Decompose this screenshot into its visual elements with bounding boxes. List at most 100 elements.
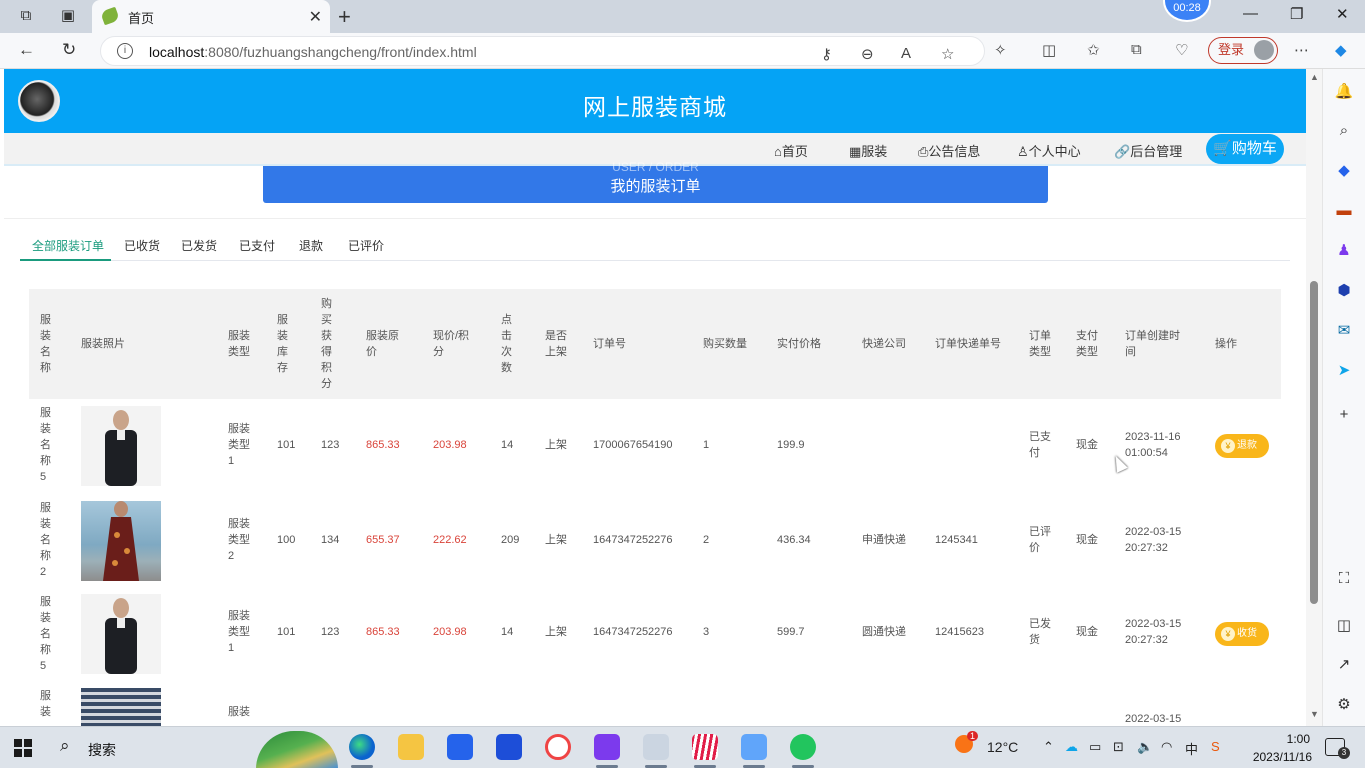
open-external-icon[interactable]: ↗	[1334, 655, 1354, 675]
microsoft365-icon[interactable]: ⬢	[1334, 281, 1354, 301]
shopping-tag-icon[interactable]: ◆	[1334, 161, 1354, 181]
nav-clothing[interactable]: ▦服装	[849, 141, 887, 160]
clock-date[interactable]: 2023/11/16	[1242, 750, 1312, 764]
sidebar-layout-icon[interactable]: ◫	[1334, 616, 1354, 636]
network-app-icon[interactable]: ⊡	[1113, 739, 1124, 755]
back-icon[interactable]: ←	[18, 40, 35, 60]
table-row: 服装名称2 服装类型2 100 134 655.37 222.62 209 上架…	[29, 494, 1281, 589]
favorite-star-icon[interactable]: ☆	[941, 45, 954, 63]
battery-icon[interactable]: ▭	[1089, 739, 1101, 755]
settings-gear-icon[interactable]: ⚙	[1334, 695, 1354, 715]
games-icon[interactable]: ♟	[1334, 241, 1354, 261]
product-photo[interactable]	[81, 406, 161, 486]
intellij-icon[interactable]	[594, 734, 620, 760]
page-scrollbar[interactable]: ▲ ▼	[1306, 69, 1322, 726]
receive-button[interactable]: ¥ 收货	[1215, 622, 1269, 646]
tab-reviewed[interactable]: 已评价	[348, 237, 384, 254]
weather-badge: 1	[967, 731, 979, 741]
cell-stock: 101	[277, 439, 296, 451]
file-explorer-icon[interactable]	[398, 734, 424, 760]
bell-icon[interactable]: 🔔	[1334, 82, 1354, 102]
refresh-icon[interactable]: ↻	[62, 40, 76, 60]
site-info-icon[interactable]: i	[117, 43, 133, 59]
site-header: 网上服装商城	[4, 69, 1306, 133]
order-tabs: 全部服装订单 已收货 已发货 已支付 退款 已评价	[20, 233, 1290, 261]
mail-icon[interactable]	[496, 734, 522, 760]
nav-announcements[interactable]: ⎙公告信息	[918, 141, 980, 160]
jetbrains-toolbox-icon[interactable]	[692, 734, 718, 760]
key-icon[interactable]: ⚷	[821, 45, 832, 63]
extensions-icon[interactable]: ✧	[994, 41, 1007, 59]
tab-all-orders[interactable]: 全部服装订单	[32, 237, 104, 254]
tray-expand-icon[interactable]: ⌃	[1043, 739, 1054, 755]
th-order-no: 订单号	[593, 338, 626, 350]
cell-clicks: 209	[501, 534, 520, 546]
split-screen-icon[interactable]: ◫	[1042, 41, 1056, 59]
profile-login-button[interactable]: 登录	[1208, 37, 1278, 64]
app-s-icon[interactable]: S	[1211, 739, 1220, 754]
wechat-icon[interactable]	[790, 734, 816, 760]
notification-center-icon[interactable]: 3	[1325, 738, 1350, 759]
edge-browser-icon[interactable]	[349, 734, 375, 760]
weather-temp[interactable]: 12°C	[987, 739, 1018, 755]
cell-points: 123	[321, 439, 340, 451]
cart-button[interactable]: 🛒购物车	[1206, 134, 1284, 164]
cell-status: 已发货	[1029, 618, 1051, 646]
outlook-icon[interactable]: ✉	[1334, 321, 1354, 341]
floating-clock-widget[interactable]: 00:28	[1163, 0, 1211, 22]
scroll-up-icon[interactable]: ▲	[1310, 72, 1319, 82]
zoom-icon[interactable]: ⊖	[861, 45, 874, 63]
browser-tab-strip: ⧉ ▣ 首页 ✕ + 00:28 — ❐ ✕	[0, 0, 1365, 33]
copilot-icon[interactable]: ◆	[1335, 41, 1347, 59]
product-photo[interactable]	[81, 501, 161, 581]
nav-admin[interactable]: 🔗后台管理	[1114, 141, 1182, 160]
cell-order-no: 1700067654190	[593, 439, 673, 451]
browser-tab-home[interactable]: 首页 ✕	[92, 0, 330, 33]
link-icon: 🔗	[1114, 144, 1131, 159]
chrome-icon[interactable]	[545, 734, 571, 760]
more-menu-icon[interactable]: ⋯	[1294, 41, 1309, 59]
th-photo: 服装照片	[81, 338, 125, 350]
nav-home[interactable]: ⌂首页	[774, 141, 808, 160]
minimize-icon[interactable]: —	[1243, 5, 1258, 22]
volume-icon[interactable]: 🔈	[1137, 739, 1153, 755]
add-icon[interactable]: +	[1334, 405, 1354, 425]
store-icon[interactable]	[447, 734, 473, 760]
new-tab-icon[interactable]: +	[338, 4, 351, 30]
clock-time[interactable]: 1:00	[1252, 732, 1310, 746]
search-icon[interactable]: ⌕	[1334, 121, 1354, 141]
restore-icon[interactable]: ❐	[1290, 5, 1303, 23]
send-icon[interactable]: ➤	[1334, 361, 1354, 381]
ime-indicator[interactable]: 中	[1185, 739, 1198, 758]
close-window-icon[interactable]: ✕	[1336, 5, 1349, 23]
close-tab-icon[interactable]: ✕	[309, 7, 322, 27]
taskbar-search-icon[interactable]: ⌕	[60, 736, 70, 756]
url-field[interactable]: i localhost:8080/fuzhuangshangcheng/fron…	[100, 36, 985, 66]
product-photo[interactable]	[81, 688, 161, 726]
tab-paid[interactable]: 已支付	[239, 237, 275, 254]
tab-received[interactable]: 已收货	[124, 237, 160, 254]
tool-app-icon[interactable]	[643, 734, 669, 760]
scroll-down-icon[interactable]: ▼	[1310, 709, 1319, 719]
tab-refund[interactable]: 退款	[299, 237, 323, 254]
tab-actions-icon[interactable]: ▣	[58, 6, 78, 26]
favorites-icon[interactable]: ✩	[1087, 41, 1100, 59]
onedrive-icon[interactable]: ☁	[1065, 739, 1078, 755]
navicat-icon[interactable]	[741, 734, 767, 760]
collections-icon[interactable]: ⧉	[1131, 41, 1142, 58]
browser-essentials-icon[interactable]: ♡	[1175, 41, 1188, 59]
read-aloud-icon[interactable]: A	[901, 45, 911, 62]
refund-button[interactable]: ¥ 退款	[1215, 434, 1269, 458]
wifi-icon[interactable]: ◠	[1161, 739, 1172, 755]
toolbox-icon[interactable]: ▬	[1334, 201, 1354, 221]
workspaces-icon[interactable]: ⧉	[16, 6, 36, 26]
profile-avatar-icon	[1254, 40, 1274, 60]
product-photo[interactable]	[81, 594, 161, 674]
nav-personal-center[interactable]: ♙个人中心	[1017, 141, 1081, 160]
tab-shipped[interactable]: 已发货	[181, 237, 217, 254]
windows-start-icon[interactable]	[14, 739, 32, 757]
screenshot-icon[interactable]: ⛶	[1334, 569, 1354, 589]
scrollbar-thumb[interactable]	[1310, 281, 1318, 604]
table-header: 服装名称 服装照片 服装类型 服装库存 购买获得积分 服装原价 现价/积分 点击…	[29, 289, 1281, 399]
taskbar-search-label[interactable]: 搜索	[88, 740, 116, 760]
